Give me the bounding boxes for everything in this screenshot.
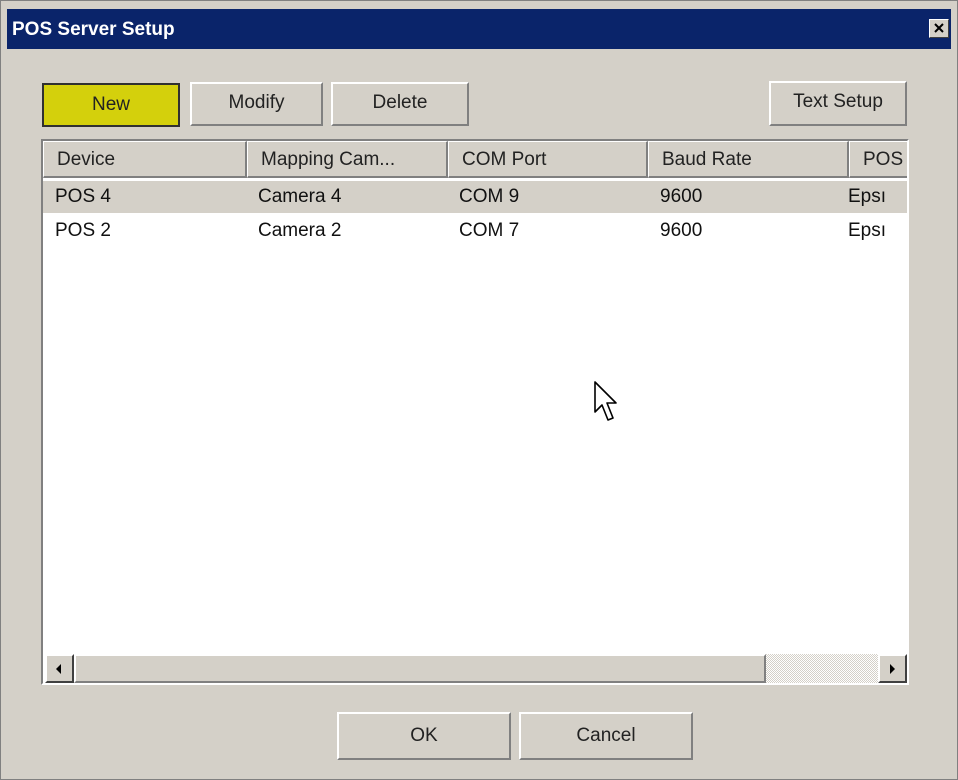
close-button[interactable] xyxy=(929,19,949,38)
column-header-com-port[interactable]: COM Port xyxy=(448,141,648,178)
column-header-pos[interactable]: POS xyxy=(849,141,907,178)
new-button[interactable]: New xyxy=(42,83,180,127)
modify-button[interactable]: Modify xyxy=(190,82,323,126)
cell-mapping-camera: Camera 2 xyxy=(258,220,342,241)
cell-baud-rate: 9600 xyxy=(660,186,703,207)
arrow-left-icon xyxy=(56,664,61,674)
scroll-left-button[interactable] xyxy=(45,654,74,683)
cell-mapping-camera: Camera 4 xyxy=(258,186,342,207)
cell-pos: Epsı xyxy=(848,186,887,207)
cell-com-port: COM 7 xyxy=(459,220,520,241)
column-header-baud-rate[interactable]: Baud Rate xyxy=(648,141,849,178)
mouse-pointer-icon xyxy=(594,381,617,421)
cell-com-port: COM 9 xyxy=(459,186,520,207)
delete-button[interactable]: Delete xyxy=(331,82,469,126)
window-title: POS Server Setup xyxy=(12,19,175,40)
cell-baud-rate: 9600 xyxy=(660,220,703,241)
scroll-thumb[interactable] xyxy=(74,654,766,683)
cell-device: POS 4 xyxy=(55,186,111,207)
table-row[interactable]: POS 4 Camera 4 COM 9 9600 Epsı xyxy=(43,181,907,213)
text-setup-button[interactable]: Text Setup xyxy=(769,81,907,126)
close-icon xyxy=(934,23,944,33)
pos-server-setup-dialog: POS Server Setup New Modify Delete Text … xyxy=(0,0,958,780)
ok-button[interactable]: OK xyxy=(337,712,511,760)
horizontal-scrollbar[interactable] xyxy=(45,654,907,683)
table-row[interactable]: POS 2 Camera 2 COM 7 9600 Epsı xyxy=(43,215,907,247)
cell-pos: Epsı xyxy=(848,220,887,241)
column-header-device[interactable]: Device xyxy=(43,141,247,178)
cancel-button[interactable]: Cancel xyxy=(519,712,693,760)
cell-device: POS 2 xyxy=(55,220,111,241)
arrow-right-icon xyxy=(890,664,895,674)
title-bar[interactable]: POS Server Setup xyxy=(7,9,951,49)
list-header: Device Mapping Cam... COM Port Baud Rate… xyxy=(43,141,907,178)
column-header-mapping-camera[interactable]: Mapping Cam... xyxy=(247,141,448,178)
scroll-right-button[interactable] xyxy=(878,654,907,683)
pos-device-list[interactable]: Device Mapping Cam... COM Port Baud Rate… xyxy=(41,139,909,685)
